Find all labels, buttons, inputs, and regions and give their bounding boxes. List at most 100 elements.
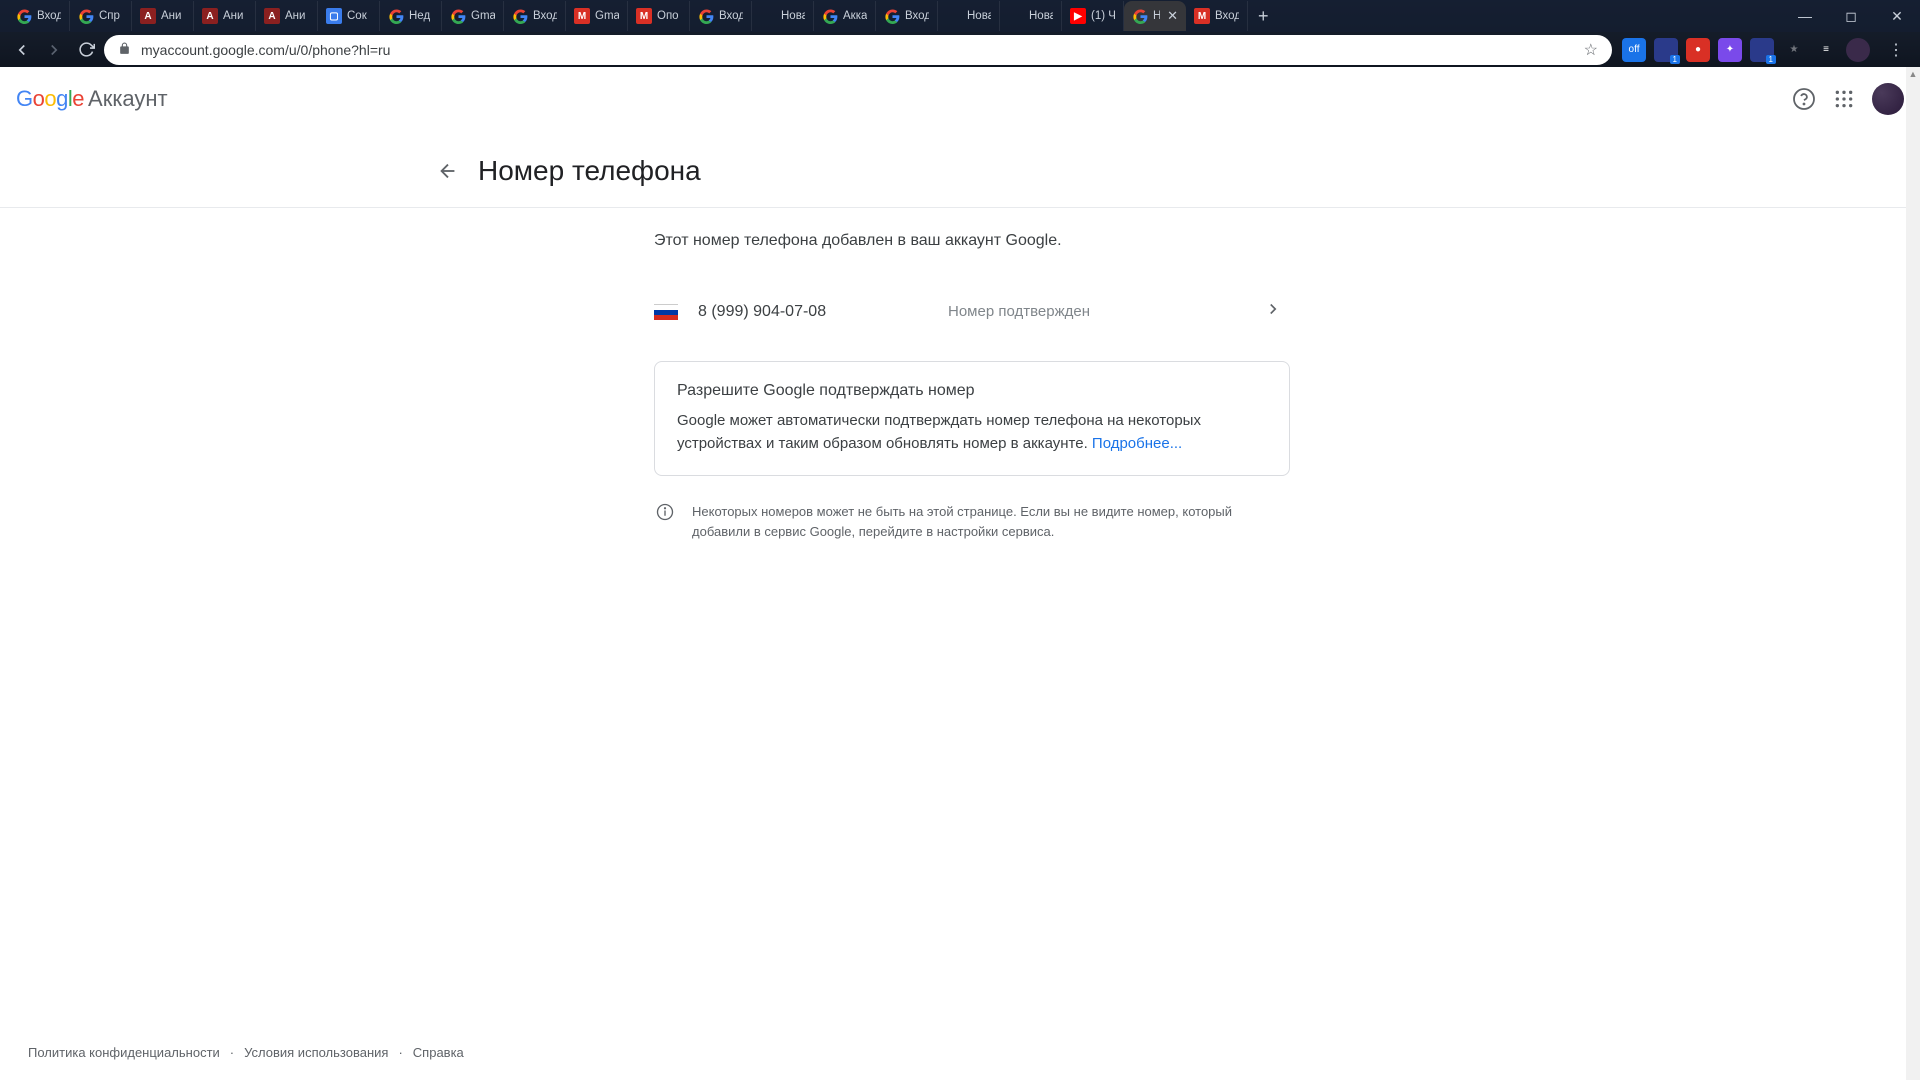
- lock-icon: [118, 42, 131, 58]
- tab-favicon-icon: ▢: [326, 8, 342, 24]
- footer-help-link[interactable]: Справка: [413, 1045, 464, 1060]
- footer-terms-link[interactable]: Условия использования: [244, 1045, 388, 1060]
- extension-badge: 1: [1670, 55, 1680, 64]
- extension-icon[interactable]: ≡: [1814, 38, 1838, 62]
- extension-icon[interactable]: 1: [1750, 38, 1774, 62]
- google-account-logo[interactable]: Google Аккаунт: [16, 86, 168, 112]
- tab-title: Спр: [99, 10, 120, 22]
- browser-tab[interactable]: Нед: [380, 1, 442, 31]
- verify-card: Разрешите Google подтверждать номер Goog…: [654, 361, 1290, 476]
- browser-chrome: ВходСпрAАниAАниAАни▢СокНедGmaВходMGmaMОп…: [0, 0, 1920, 67]
- browser-tab[interactable]: Спр: [70, 1, 132, 31]
- phone-number-row[interactable]: 8 (999) 904-07-08 Номер подтвержден: [654, 286, 1290, 337]
- browser-tab[interactable]: AАни: [194, 1, 256, 31]
- browser-tab[interactable]: Вход: [876, 1, 938, 31]
- tab-title: Вход: [533, 10, 557, 22]
- tab-title: Сок: [347, 10, 367, 22]
- tab-favicon-icon: A: [140, 8, 156, 24]
- scrollbar-up-icon[interactable]: ▲: [1906, 67, 1920, 81]
- tab-favicon-icon: [822, 8, 838, 24]
- main-content: Этот номер телефона добавлен в ваш аккау…: [630, 208, 1290, 545]
- tab-favicon-icon: [78, 8, 94, 24]
- info-icon: [656, 503, 674, 541]
- browser-tab[interactable]: MВход: [1186, 1, 1248, 31]
- browser-tab[interactable]: Новая вк: [752, 1, 814, 31]
- tab-favicon-icon: [884, 8, 900, 24]
- tab-title: Опо: [657, 10, 679, 22]
- back-arrow-icon[interactable]: [436, 159, 460, 183]
- tab-title: Новая вк: [781, 10, 805, 22]
- app-header: Google Аккаунт: [0, 67, 1920, 131]
- tab-title: Нед: [409, 10, 430, 22]
- navigation-bar: myaccount.google.com/u/0/phone?hl=ru ☆ o…: [0, 32, 1920, 67]
- browser-tab[interactable]: ▶(1) Ч: [1062, 1, 1124, 31]
- browser-tab[interactable]: M Опо: [628, 1, 690, 31]
- page-title-row: Номер телефона: [440, 131, 1480, 207]
- phone-number-value: 8 (999) 904-07-08: [698, 303, 948, 321]
- nav-back-icon[interactable]: [8, 36, 36, 64]
- learn-more-link[interactable]: Подробнее...: [1092, 435, 1182, 452]
- extension-icon[interactable]: 1: [1654, 38, 1678, 62]
- info-note: Некоторых номеров может не быть на этой …: [654, 498, 1290, 545]
- apps-grid-icon[interactable]: [1824, 79, 1864, 119]
- bookmark-star-icon[interactable]: ☆: [1584, 40, 1598, 60]
- browser-tab[interactable]: Вход: [8, 1, 70, 31]
- tab-close-icon[interactable]: ✕: [1167, 8, 1178, 24]
- tab-title: Вход: [719, 10, 743, 22]
- google-wordmark: Google: [16, 86, 84, 112]
- phone-status-text: Номер подтвержден: [948, 303, 1264, 320]
- address-bar[interactable]: myaccount.google.com/u/0/phone?hl=ru ☆: [104, 35, 1612, 65]
- window-maximize[interactable]: ◻: [1828, 0, 1874, 32]
- extension-icon[interactable]: ●: [1686, 38, 1710, 62]
- tab-title: Ани: [285, 10, 305, 22]
- tab-favicon-icon: [512, 8, 528, 24]
- account-label: Аккаунт: [88, 86, 168, 112]
- browser-tab[interactable]: M Gma: [566, 1, 628, 31]
- browser-tab[interactable]: Н✕: [1124, 1, 1186, 31]
- browser-tab[interactable]: Вход: [690, 1, 752, 31]
- browser-tab[interactable]: Gma: [442, 1, 504, 31]
- chevron-right-icon: [1264, 300, 1290, 323]
- extension-icon[interactable]: off: [1622, 38, 1646, 62]
- card-title: Разрешите Google подтверждать номер: [677, 382, 1267, 400]
- window-controls: — ◻ ✕: [1782, 0, 1920, 32]
- card-body: Google может автоматически подтверждать …: [677, 410, 1267, 455]
- extension-icon[interactable]: ★: [1782, 38, 1806, 62]
- browser-tab[interactable]: Новая вк: [1000, 1, 1062, 31]
- user-avatar[interactable]: [1872, 83, 1904, 115]
- footer-privacy-link[interactable]: Политика конфиденциальности: [28, 1045, 220, 1060]
- browser-tab[interactable]: A Ани: [256, 1, 318, 31]
- tab-favicon-icon: [388, 8, 404, 24]
- nav-reload-icon[interactable]: [72, 36, 100, 64]
- footer: Политика конфиденциальности · Условия ис…: [28, 1045, 464, 1060]
- window-close[interactable]: ✕: [1874, 0, 1920, 32]
- vertical-scrollbar[interactable]: ▲: [1906, 67, 1920, 1080]
- browser-tab[interactable]: Акка: [814, 1, 876, 31]
- help-icon[interactable]: [1784, 79, 1824, 119]
- browser-tab[interactable]: Новая вк: [938, 1, 1000, 31]
- tab-favicon-icon: M: [636, 8, 652, 24]
- window-minimize[interactable]: —: [1782, 0, 1828, 32]
- tab-favicon-icon: [760, 8, 776, 24]
- tab-title: Вход: [905, 10, 929, 22]
- tab-title: Gma: [595, 10, 619, 22]
- tab-favicon-icon: A: [264, 8, 280, 24]
- browser-tab[interactable]: Вход: [504, 1, 566, 31]
- tab-title: Gma: [471, 10, 495, 22]
- tab-strip: ВходСпрAАниAАниAАни▢СокНедGmaВходMGmaMОп…: [0, 0, 1920, 32]
- tab-favicon-icon: A: [202, 8, 218, 24]
- extension-icons: off 1 ● ✦ 1 ★ ≡: [1616, 38, 1876, 62]
- browser-tab[interactable]: A Ани: [132, 1, 194, 31]
- tab-title: Акка: [843, 10, 867, 22]
- browser-tab[interactable]: ▢ Сок: [318, 1, 380, 31]
- page-title: Номер телефона: [478, 155, 701, 187]
- tab-title: (1) Ч: [1091, 10, 1115, 22]
- browser-menu-icon[interactable]: ⋮: [1880, 40, 1912, 60]
- tab-title: Ани: [161, 10, 181, 22]
- nav-forward-icon[interactable]: [40, 36, 68, 64]
- tab-title: Вход: [1215, 10, 1239, 22]
- extension-icon[interactable]: ✦: [1718, 38, 1742, 62]
- extension-icon[interactable]: [1846, 38, 1870, 62]
- new-tab-button[interactable]: +: [1248, 6, 1279, 27]
- tab-favicon-icon: M: [574, 8, 590, 24]
